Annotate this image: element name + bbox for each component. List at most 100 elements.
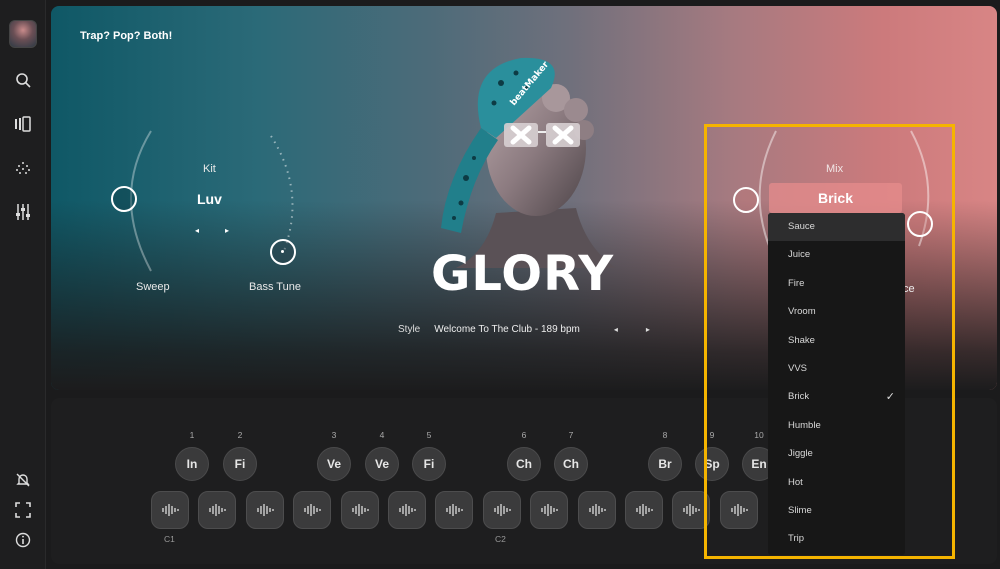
notifications-off-icon[interactable]: [13, 470, 33, 490]
pad-button[interactable]: Sp: [695, 447, 729, 481]
row-label: C1: [164, 534, 175, 544]
mix-option-hot[interactable]: Hot: [768, 469, 905, 497]
waveform-pad-button[interactable]: [245, 491, 284, 529]
pad-number: 5: [426, 430, 432, 440]
mix-option-label: Humble: [788, 419, 821, 431]
pad-button[interactable]: In: [175, 447, 209, 481]
bass-tune-knob[interactable]: [270, 239, 296, 265]
sweep-label: Sweep: [136, 281, 170, 293]
fullscreen-icon[interactable]: [13, 500, 33, 520]
pad-number: 9: [709, 430, 715, 440]
tagline: Trap? Pop? Both!: [80, 30, 173, 42]
sweep-knob[interactable]: [111, 186, 137, 212]
waveform-icon: [588, 504, 606, 516]
album-art-bust: beatMaker: [441, 57, 616, 268]
waveform-pad-button[interactable]: [151, 491, 189, 529]
pad-button[interactable]: Ve: [317, 447, 351, 481]
pad-button[interactable]: Ch: [554, 447, 588, 481]
mix-option-label: Juice: [788, 249, 811, 261]
waveform-icon: [304, 504, 321, 516]
app-window: Trap? Pop? Both! Sweep Kit Luv ◂ ▸ Bass …: [0, 0, 1000, 569]
mix-option-label: Brick: [788, 391, 810, 403]
waveform-icon: [209, 504, 227, 516]
bass-tune-knob-arc: [270, 135, 294, 252]
waveform-icon: [446, 504, 464, 516]
mix-option-label: Jiggle: [788, 448, 813, 460]
kit-label: Kit: [203, 163, 216, 175]
avatar[interactable]: [9, 20, 37, 48]
mix-option-label: Sauce: [788, 221, 815, 232]
mix-option-humble[interactable]: Humble: [768, 412, 905, 440]
waveform-pad-button[interactable]: [672, 491, 711, 529]
kit-next-button[interactable]: ▸: [225, 226, 229, 235]
pad-number: 10: [754, 430, 764, 440]
waveform-pad-button[interactable]: [482, 491, 521, 529]
mix-option-shake[interactable]: Shake: [768, 327, 905, 355]
waveform-icon: [162, 504, 179, 516]
waveform-pad-button[interactable]: [388, 491, 426, 529]
track-title: GLORY: [431, 246, 615, 302]
mix-option-label: Vroom: [788, 306, 816, 318]
kit-value: Luv: [197, 191, 222, 207]
pad-number: 2: [237, 430, 243, 440]
waveform-icon: [257, 504, 274, 516]
mix-option-label: Shake: [788, 334, 815, 346]
mix-select[interactable]: Brick: [769, 183, 902, 213]
waveform-pad-button[interactable]: [625, 491, 663, 529]
pad-number: 7: [568, 430, 574, 440]
mix-option-label: VVS: [788, 362, 808, 374]
mix-knob-left[interactable]: [733, 187, 759, 213]
kit-prev-button[interactable]: ◂: [195, 226, 199, 235]
style-next-button[interactable]: ▸: [646, 325, 650, 334]
mix-option-label: Hot: [788, 476, 803, 488]
sliders-icon[interactable]: [13, 202, 33, 222]
mix-option-slime[interactable]: Slime: [768, 497, 905, 525]
waveform-pad-button[interactable]: [198, 491, 237, 529]
pad-number: 3: [331, 430, 337, 440]
style-label: Style: [398, 324, 421, 335]
mix-dropdown-menu: Sauce Juice Fire Vroom Shake VVS Brick ✓ Humble J…: [768, 213, 905, 555]
waveform-icon: [731, 504, 748, 516]
pad-number: 6: [521, 430, 527, 440]
library-icon[interactable]: [13, 114, 33, 134]
pad-button[interactable]: Ch: [507, 447, 541, 481]
checkmark-icon: ✓: [885, 391, 895, 404]
bass-tune-label: Bass Tune: [249, 281, 301, 293]
waveform-pad-button[interactable]: [719, 491, 758, 529]
style-row: Style Welcome To The Club - 189 bpm ◂ ▸: [398, 324, 650, 335]
row-label: C2: [495, 534, 506, 544]
mix-option-sauce[interactable]: Sauce: [768, 213, 905, 242]
pad-button[interactable]: Fi: [223, 447, 257, 481]
pad-number: 1: [189, 430, 195, 440]
waveform-icon: [541, 504, 558, 516]
mix-option-vvs[interactable]: VVS: [768, 355, 905, 383]
waveform-pad-button[interactable]: [340, 491, 379, 529]
pad-button[interactable]: Ve: [365, 447, 399, 481]
info-icon[interactable]: [13, 530, 33, 550]
waveform-pad-button[interactable]: [293, 491, 332, 529]
mix-option-brick[interactable]: Brick ✓: [768, 383, 905, 411]
waveform-icon: [683, 504, 701, 516]
pad-number: 8: [662, 430, 668, 440]
pad-number: 4: [379, 430, 385, 440]
mix-option-fire[interactable]: Fire: [768, 270, 905, 298]
style-prev-button[interactable]: ◂: [614, 325, 618, 334]
waveform-pad-button[interactable]: [435, 491, 474, 529]
mix-option-label: Slime: [788, 504, 812, 516]
waveform-pad-button[interactable]: [577, 491, 616, 529]
dots-grid-icon[interactable]: [13, 158, 33, 178]
style-value: Welcome To The Club - 189 bpm: [434, 324, 580, 335]
mix-label: Mix: [826, 163, 844, 175]
mix-knob-right[interactable]: [907, 211, 933, 237]
mix-option-vroom[interactable]: Vroom: [768, 298, 905, 326]
mix-option-jiggle[interactable]: Jiggle: [768, 440, 905, 468]
pad-button[interactable]: Br: [648, 447, 682, 481]
waveform-pad-button[interactable]: [530, 491, 569, 529]
mix-option-juice[interactable]: Juice: [768, 241, 905, 269]
waveform-icon: [351, 504, 369, 516]
pad-button[interactable]: Fi: [412, 447, 446, 481]
mix-option-trip[interactable]: Trip: [768, 525, 905, 553]
search-icon[interactable]: [13, 70, 33, 90]
waveform-icon: [636, 504, 653, 516]
mix-option-label: Fire: [788, 277, 805, 289]
